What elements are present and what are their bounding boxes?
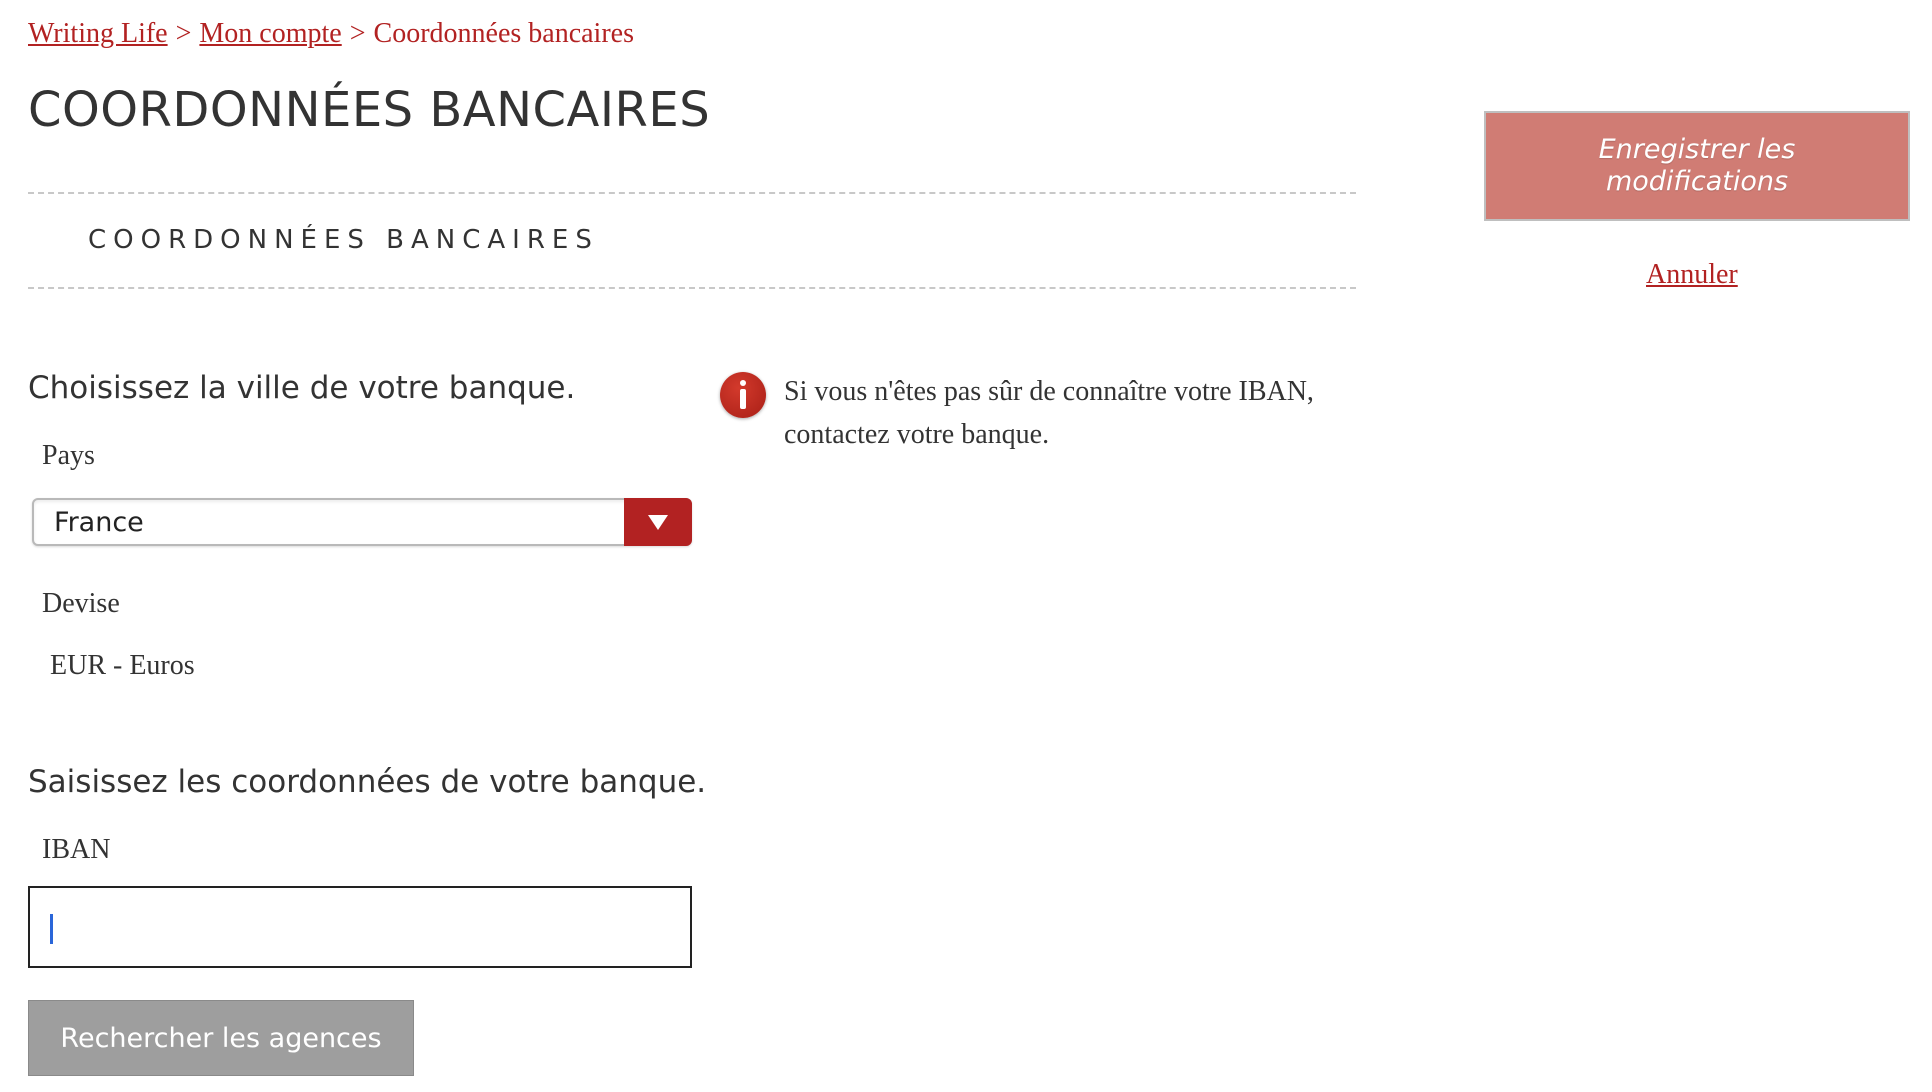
page-title: COORDONNÉES BANCAIRES [28, 82, 711, 138]
iban-help-text: Si vous n'êtes pas sûr de connaître votr… [784, 376, 1314, 450]
bank-details-heading: Saisissez les coordonnées de votre banqu… [28, 764, 707, 800]
country-select-value: France [54, 507, 144, 538]
section-divider-bottom [28, 287, 1356, 289]
breadcrumb-current: Coordonnées bancaires [373, 18, 634, 49]
currency-label: Devise [42, 588, 120, 619]
currency-value: EUR - Euros [50, 650, 195, 681]
section-divider-top [28, 192, 1356, 194]
breadcrumb: Writing Life > Mon compte > Coordonnées banc… [28, 18, 634, 50]
country-label: Pays [42, 440, 95, 471]
breadcrumb-link-mon-compte[interactable]: Mon compte [199, 18, 341, 49]
country-select[interactable]: France [32, 498, 692, 546]
cancel-link[interactable]: Annuler [1646, 259, 1738, 291]
breadcrumb-separator: > [175, 18, 192, 49]
bank-location-heading: Choisissez la ville de votre banque. [28, 370, 576, 406]
chevron-down-icon [648, 514, 668, 530]
info-icon [720, 372, 766, 418]
section-heading: COORDONNÉES BANCAIRES [88, 225, 599, 255]
info-icon-bar [740, 389, 746, 409]
search-branches-button[interactable]: Rechercher les agences [28, 1000, 414, 1076]
iban-label: IBAN [42, 834, 111, 865]
breadcrumb-link-writing-life[interactable]: Writing Life [28, 18, 168, 49]
save-changes-button[interactable]: Enregistrer les modifications [1484, 111, 1910, 221]
text-cursor [50, 914, 53, 944]
info-icon-dot [740, 380, 746, 386]
iban-input[interactable] [28, 886, 692, 968]
dropdown-button[interactable] [624, 498, 692, 546]
breadcrumb-separator: > [349, 18, 366, 49]
